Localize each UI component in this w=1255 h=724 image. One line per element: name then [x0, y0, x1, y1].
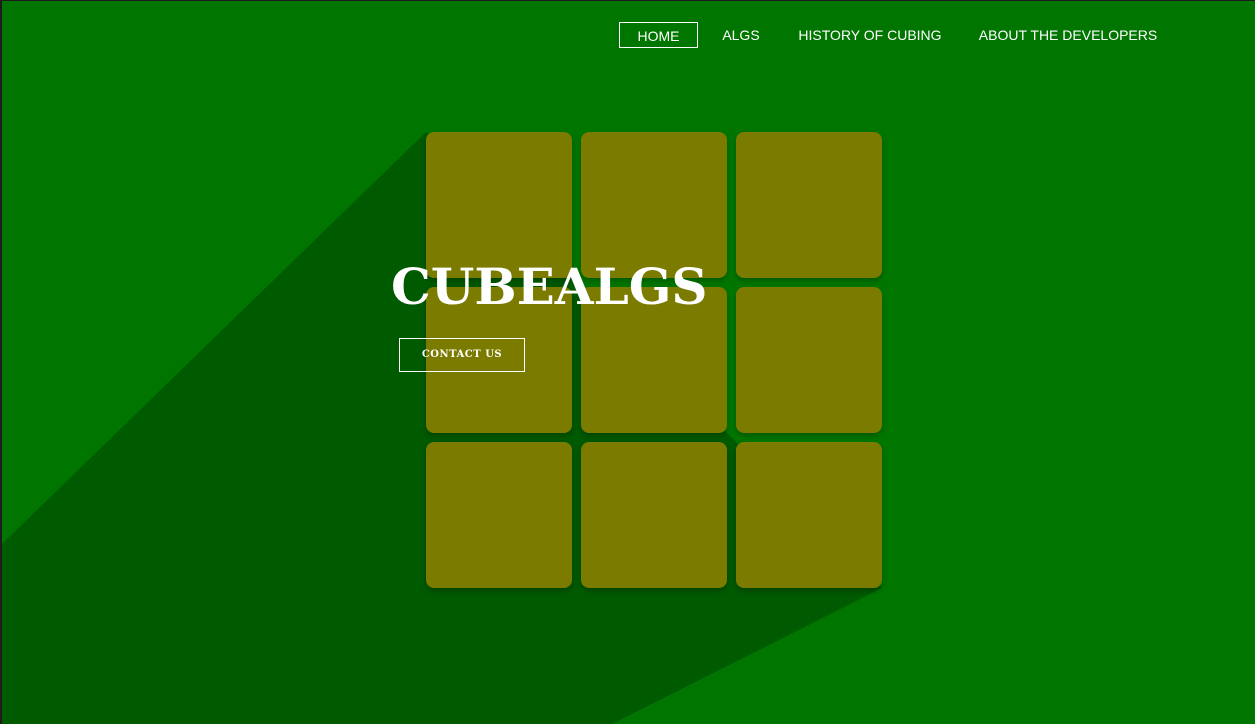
- main-nav: HOME ALGS HISTORY OF CUBING ABOUT THE DE…: [2, 22, 1255, 50]
- nav-algs[interactable]: ALGS: [716, 22, 766, 48]
- nav-history-of-cubing[interactable]: HISTORY OF CUBING: [796, 22, 944, 48]
- nav-home[interactable]: HOME: [619, 22, 698, 48]
- site-title: CUBEALGS: [391, 257, 708, 316]
- nav-about-the-developers[interactable]: ABOUT THE DEVELOPERS: [977, 22, 1159, 48]
- cube-sticker: [426, 442, 572, 588]
- cube-sticker: [736, 442, 882, 588]
- cube-sticker: [581, 442, 727, 588]
- contact-us-button[interactable]: CONTACT US: [399, 338, 525, 372]
- page: HOME ALGS HISTORY OF CUBING ABOUT THE DE…: [0, 0, 1255, 724]
- cube-sticker: [736, 132, 882, 278]
- cube-sticker: [736, 287, 882, 433]
